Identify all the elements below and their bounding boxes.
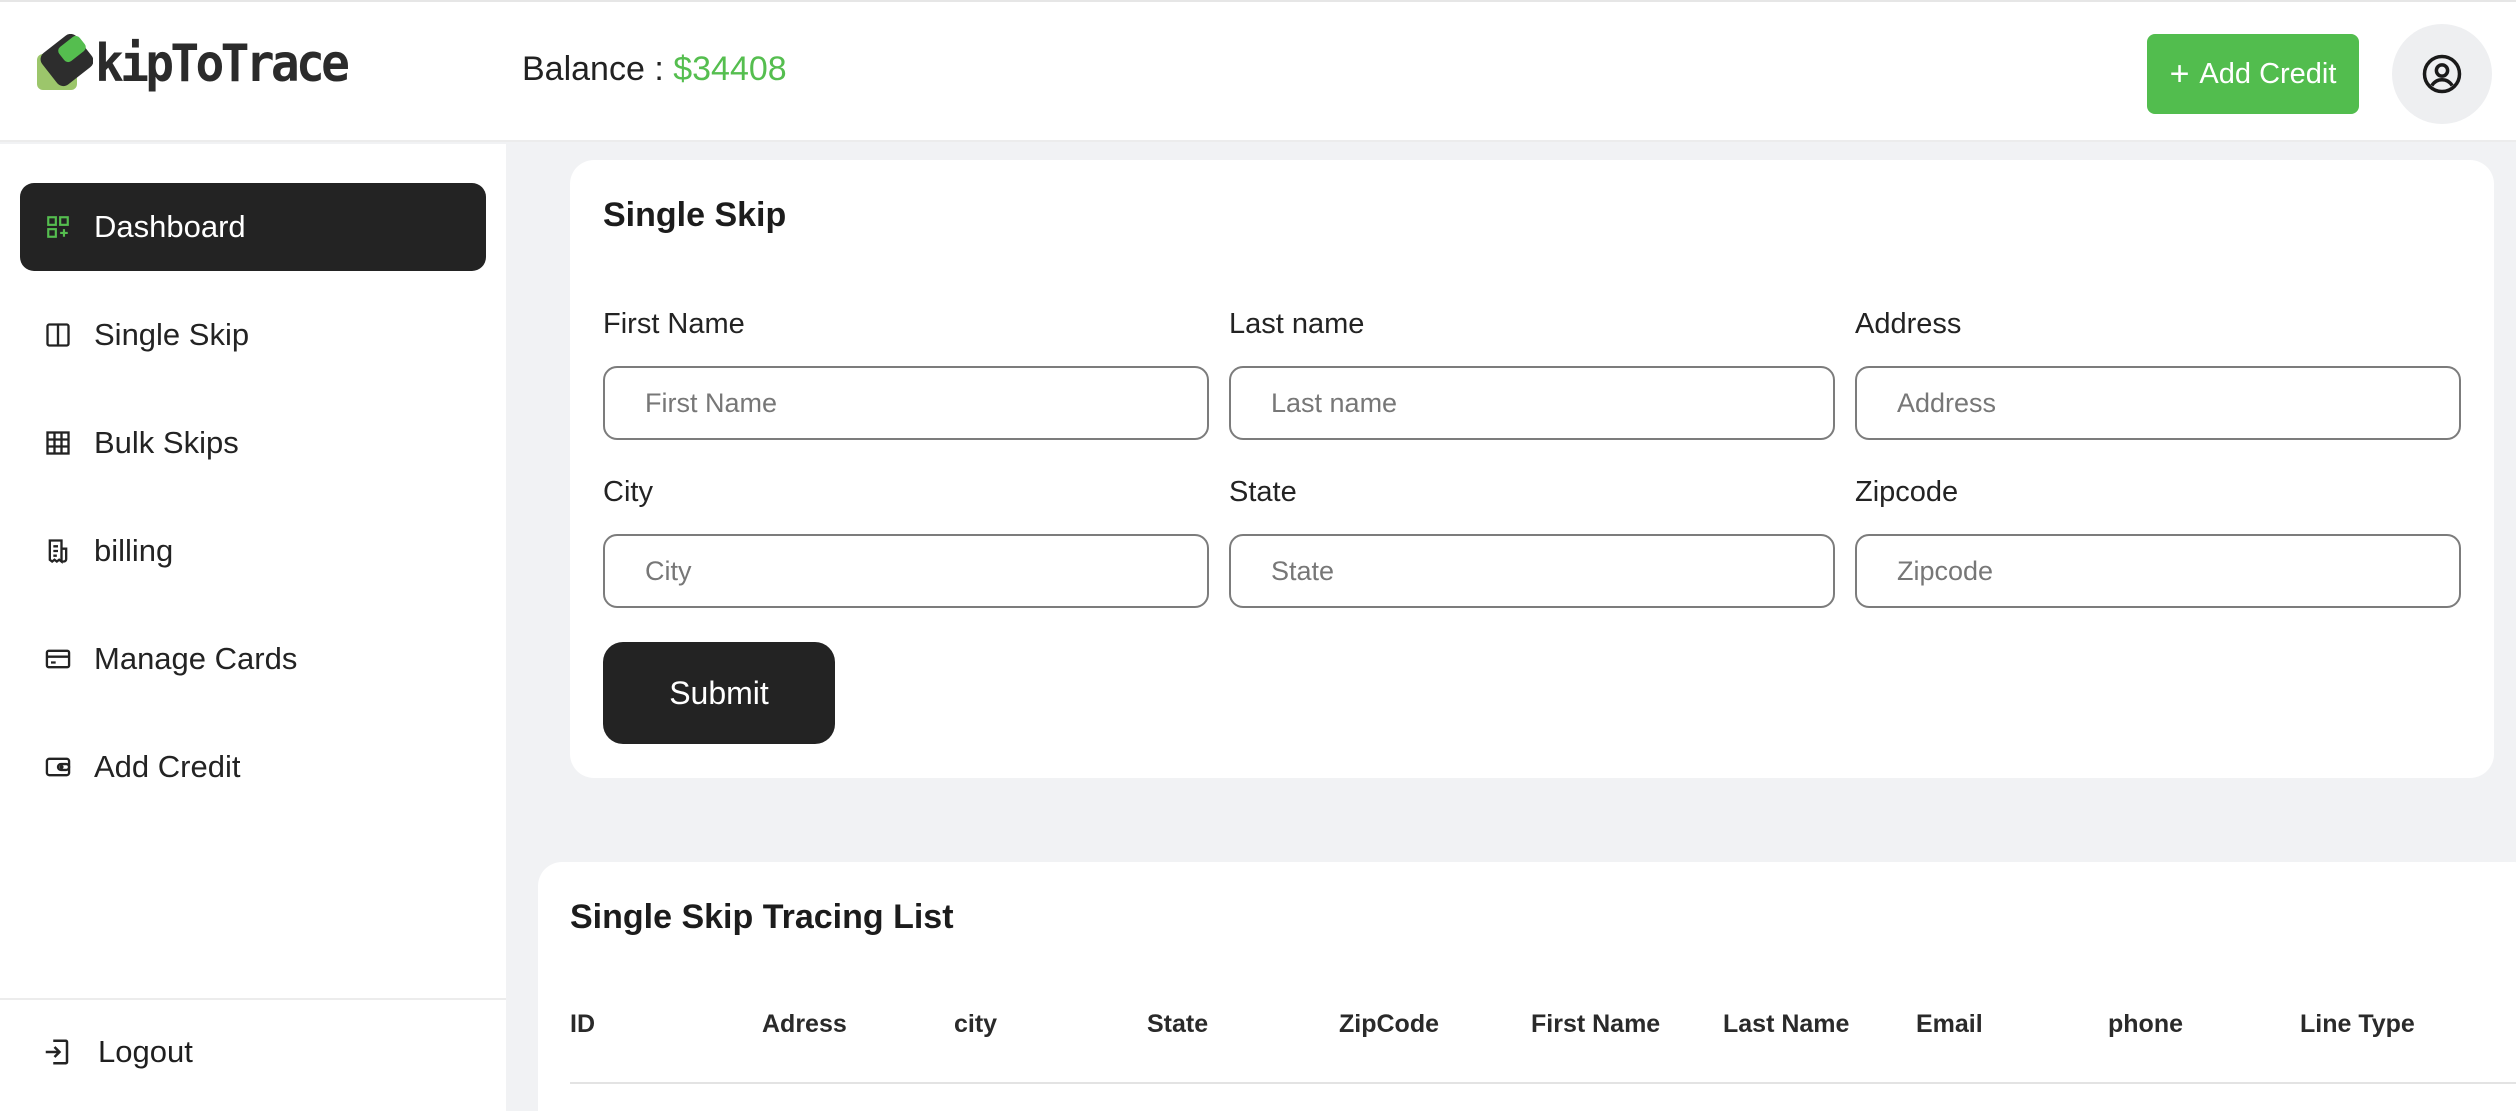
header-add-credit-button[interactable]: + Add Credit bbox=[2147, 34, 2359, 114]
submit-button[interactable]: Submit bbox=[603, 642, 835, 744]
sidebar-item-label: Add Credit bbox=[94, 749, 241, 784]
sidebar-item-label: Manage Cards bbox=[94, 641, 298, 676]
logo-text: kipToTrace bbox=[95, 34, 350, 94]
sidebar-item-manage-cards[interactable]: Manage Cards bbox=[20, 615, 486, 703]
column-header-id[interactable]: ID bbox=[570, 1010, 595, 1039]
zipcode-input[interactable] bbox=[1855, 534, 2461, 608]
logo-mark-icon bbox=[35, 33, 94, 94]
sidebar-item-add-credit[interactable]: Add Credit bbox=[20, 723, 486, 811]
sidebar-item-single-skip[interactable]: Single Skip bbox=[20, 291, 486, 379]
zipcode-label: Zipcode bbox=[1855, 476, 1959, 508]
table-grid-icon bbox=[42, 427, 74, 459]
column-header-city[interactable]: city bbox=[954, 1010, 997, 1039]
last-name-label: Last name bbox=[1229, 308, 1365, 340]
user-avatar-button[interactable] bbox=[2392, 24, 2492, 124]
state-input[interactable] bbox=[1229, 534, 1835, 608]
column-header-email[interactable]: Email bbox=[1916, 1010, 1983, 1039]
receipt-icon bbox=[42, 535, 74, 567]
single-skip-title: Single Skip bbox=[603, 196, 787, 234]
column-header-state[interactable]: State bbox=[1147, 1010, 1208, 1039]
single-skip-card: Single Skip First Name Last name Address… bbox=[570, 160, 2494, 778]
wallet-icon bbox=[42, 751, 74, 783]
city-input[interactable] bbox=[603, 534, 1209, 608]
table-header-divider bbox=[570, 1082, 2516, 1084]
first-name-label: First Name bbox=[603, 308, 745, 340]
sidebar: Dashboard Single Skip Bulk Skips billing bbox=[0, 144, 506, 1111]
column-header-address[interactable]: Adress bbox=[762, 1010, 847, 1039]
credit-card-icon bbox=[42, 643, 74, 675]
columns-icon bbox=[42, 319, 74, 351]
last-name-input[interactable] bbox=[1229, 366, 1835, 440]
add-credit-label: Add Credit bbox=[2199, 57, 2337, 90]
sidebar-item-label: Bulk Skips bbox=[94, 425, 239, 460]
sidebar-item-label: Dashboard bbox=[94, 209, 246, 244]
first-name-input[interactable] bbox=[603, 366, 1209, 440]
sidebar-divider bbox=[0, 998, 506, 1000]
app-logo[interactable]: kipToTrace bbox=[35, 32, 368, 96]
city-label: City bbox=[603, 476, 653, 508]
column-header-zipcode[interactable]: ZipCode bbox=[1339, 1010, 1439, 1039]
sidebar-item-billing[interactable]: billing bbox=[20, 507, 486, 595]
column-header-first-name[interactable]: First Name bbox=[1531, 1010, 1660, 1039]
column-header-last-name[interactable]: Last Name bbox=[1723, 1010, 1849, 1039]
sidebar-item-label: billing bbox=[94, 533, 174, 568]
sidebar-item-label: Single Skip bbox=[94, 317, 250, 352]
logout-label: Logout bbox=[98, 1034, 193, 1069]
list-title: Single Skip Tracing List bbox=[570, 898, 954, 936]
column-header-phone[interactable]: phone bbox=[2108, 1010, 2183, 1039]
logout-button[interactable]: Logout bbox=[20, 1012, 486, 1092]
state-label: State bbox=[1229, 476, 1297, 508]
balance-label: Balance : bbox=[522, 50, 674, 88]
sidebar-item-dashboard[interactable]: Dashboard bbox=[20, 183, 486, 271]
column-header-line-type[interactable]: Line Type bbox=[2300, 1010, 2415, 1039]
dashboard-grid-icon bbox=[42, 211, 74, 243]
address-input[interactable] bbox=[1855, 366, 2461, 440]
plus-icon: + bbox=[2169, 55, 2190, 93]
sidebar-item-bulk-skips[interactable]: Bulk Skips bbox=[20, 399, 486, 487]
top-header: kipToTrace Balance : $34408 + Add Credit bbox=[0, 0, 2516, 142]
user-circle-icon bbox=[2422, 54, 2462, 94]
logout-icon bbox=[42, 1035, 76, 1069]
single-skip-tracing-list: Single Skip Tracing List ID Adress city … bbox=[538, 862, 2516, 1111]
balance-display: Balance : $34408 bbox=[522, 50, 787, 89]
balance-amount: $34408 bbox=[673, 50, 787, 88]
address-label: Address bbox=[1855, 308, 1962, 340]
